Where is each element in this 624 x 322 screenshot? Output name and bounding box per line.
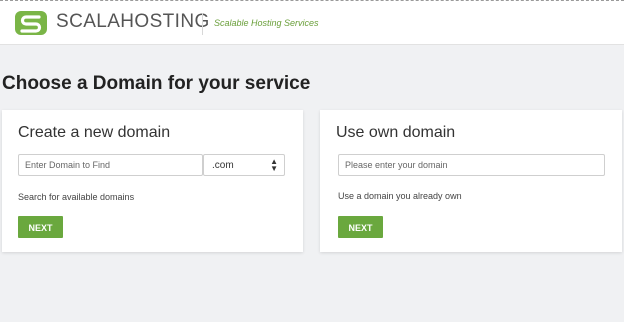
own-domain-help: Use a domain you already own xyxy=(338,191,462,201)
brand-name[interactable]: SCALAHOSTING xyxy=(56,11,210,33)
page-title: Choose a Domain for your service xyxy=(2,73,311,94)
brand-tagline: Scalable Hosting Services xyxy=(214,18,319,28)
create-domain-help: Search for available domains xyxy=(18,192,135,202)
scalahosting-logo-icon[interactable] xyxy=(14,10,48,36)
own-domain-input[interactable] xyxy=(338,154,605,176)
tld-select[interactable]: .com ▲ ▼ xyxy=(203,154,285,176)
site-header: SCALAHOSTING Scalable Hosting Services xyxy=(0,0,624,45)
tld-select-value: .com xyxy=(212,160,234,171)
create-domain-next-button[interactable]: NEXT xyxy=(18,216,63,238)
create-domain-title: Create a new domain xyxy=(18,124,171,141)
create-domain-card: Create a new domain .com ▲▼ Search for a… xyxy=(2,110,303,252)
domain-search-input[interactable] xyxy=(18,154,203,176)
header-divider xyxy=(202,13,203,35)
own-domain-next-button[interactable]: NEXT xyxy=(338,216,383,238)
select-arrows-icon: ▲ ▼ xyxy=(270,157,278,173)
own-domain-card: Use own domain Use a domain you already … xyxy=(320,110,622,252)
own-domain-title: Use own domain xyxy=(336,124,456,141)
